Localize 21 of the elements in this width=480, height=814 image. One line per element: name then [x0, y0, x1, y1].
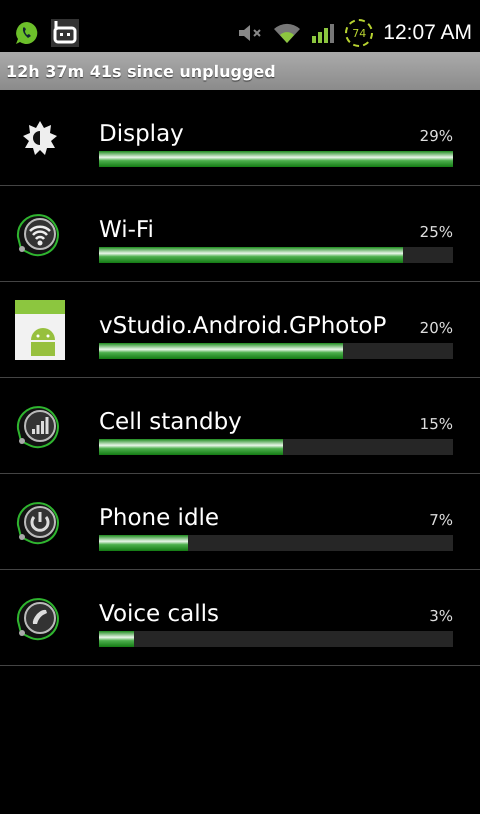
robot-face-icon[interactable] — [50, 18, 80, 48]
usage-percent: 7% — [429, 510, 453, 530]
usage-percent: 29% — [420, 126, 453, 146]
usage-name[interactable]: Display — [99, 120, 184, 146]
unplugged-time: 12h 37m 41s since unplugged — [0, 52, 480, 90]
usage-name[interactable]: vStudio.Android.GPhotoP — [99, 312, 386, 338]
usage-name[interactable]: Voice calls — [99, 600, 220, 626]
usage-percent: 20% — [420, 318, 453, 338]
clock: 12:07 AM — [383, 21, 472, 45]
usage-percent: 15% — [420, 414, 453, 434]
usage-name[interactable]: Cell standby — [99, 408, 242, 434]
muted-speaker-icon — [237, 23, 264, 43]
android-app-icon — [14, 300, 64, 360]
usage-percent: 3% — [429, 606, 453, 626]
chat-icon[interactable] — [14, 20, 40, 46]
usage-name[interactable]: Wi-Fi — [99, 216, 154, 242]
battery-level: 74 — [345, 19, 374, 47]
signal-icon — [311, 22, 336, 44]
usage-name[interactable]: Phone idle — [99, 504, 220, 530]
wifi-icon — [273, 22, 302, 44]
usage-percent: 25% — [420, 222, 453, 242]
